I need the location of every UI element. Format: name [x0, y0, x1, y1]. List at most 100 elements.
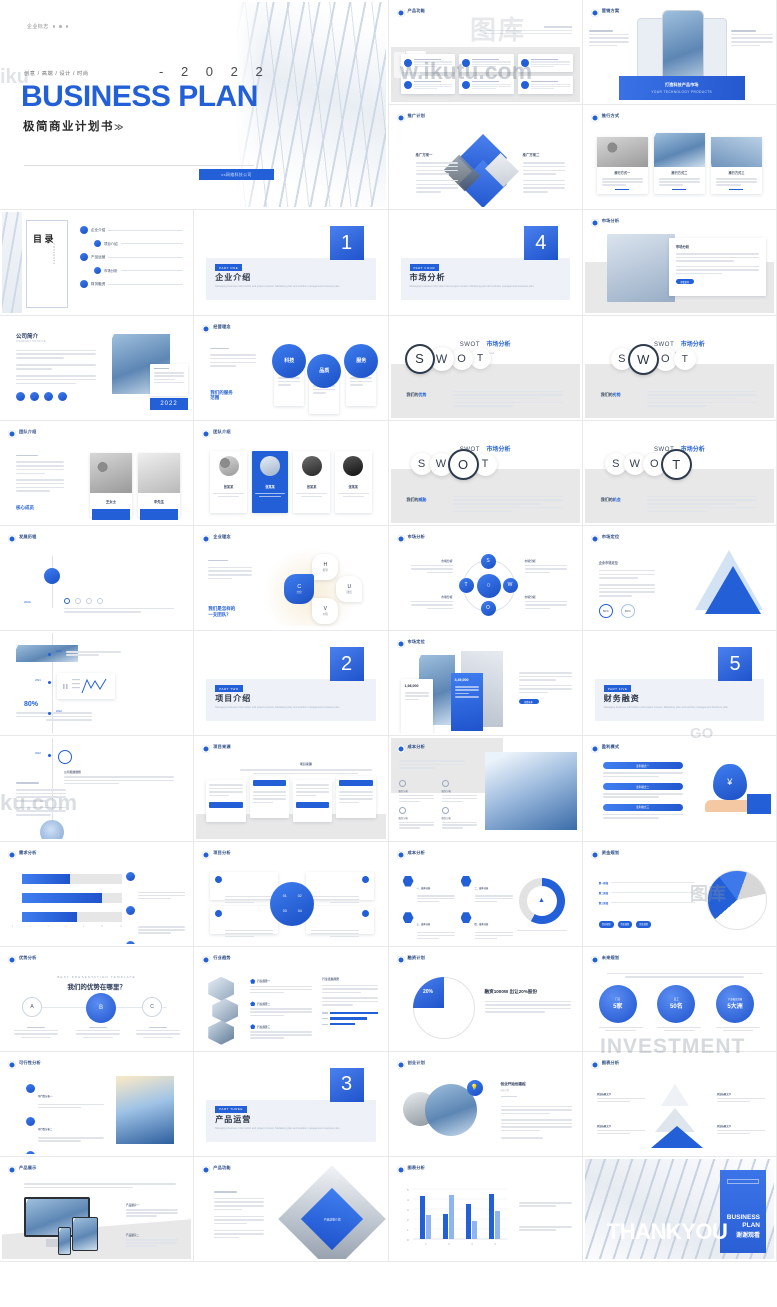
step-card[interactable]: [249, 776, 289, 819]
slide-thumb-product-feature-diamond[interactable]: 产品功能 产品功能介绍: [194, 1157, 389, 1263]
petal[interactable]: H 希望: [312, 553, 339, 580]
member-card[interactable]: 李先生: [138, 452, 180, 520]
slide-thumb-swot-s[interactable]: SWOT 市场分析 Market analysis S W O T 我们的优势: [388, 315, 583, 421]
swot-letter[interactable]: T: [673, 348, 696, 371]
photo-card[interactable]: 推行方式三: [710, 137, 762, 195]
quadrant-card[interactable]: [210, 905, 279, 937]
slide-thumb-part-four[interactable]: 4 PART FOUR 市场分析 Managing business infor…: [388, 210, 583, 316]
slide-thumb-part-two[interactable]: 2 PART TWO 项目介绍 Managing business inform…: [194, 631, 389, 737]
slide-thumb-title[interactable]: 企业标志 创意 / 高端 / 设计 / 时尚 - 2 0 2 2 BUSINES…: [0, 0, 389, 211]
slide-thumb-cost-photo[interactable]: 成本分析 服务分析 服务分析 服务分析 服务分析: [388, 736, 583, 842]
letter-circle-a[interactable]: A: [22, 996, 42, 1017]
slide-thumb-part-five[interactable]: 5 PART FIVE 财务融资 Managing business infor…: [582, 631, 777, 737]
letter-circle-c[interactable]: C: [142, 996, 162, 1017]
catalog-item[interactable]: 市场分析: [94, 267, 184, 275]
chip[interactable]: 资金规划: [598, 920, 614, 928]
slide-thumb-market-position-cards[interactable]: 市场定位 1,98,000 3,49,000 查看更多: [388, 631, 583, 737]
swot-letter[interactable]: O: [450, 347, 473, 370]
step-chip[interactable]: [252, 780, 286, 787]
member-card-active[interactable]: 张某某: [251, 450, 289, 513]
chip[interactable]: 盈利模式三: [602, 803, 683, 811]
slide-thumb-team-grid[interactable]: 团队介绍 张某某 张某某 张某某 张某某: [194, 420, 389, 526]
swot-letter[interactable]: T: [473, 452, 497, 476]
step-card[interactable]: [336, 776, 376, 819]
slide-thumb-service-scope[interactable]: 经营理念 我们的服务 范围 科技 品质 服务: [194, 315, 389, 421]
member-card[interactable]: 张某某: [293, 450, 330, 513]
more-button[interactable]: 查看更多: [518, 699, 539, 705]
slide-thumb-project-analysis[interactable]: 项目分析 01 02 03 04: [194, 841, 389, 947]
step-chip[interactable]: [339, 780, 373, 787]
member-card[interactable]: 张某某: [334, 450, 372, 513]
slide-thumb-requirement-analysis[interactable]: 需求分析 0 2 4 6 8 10 12: [0, 841, 195, 947]
feature-card[interactable]: [400, 76, 456, 95]
slide-thumb-profit-model[interactable]: 盈利模式 盈利模式一 盈利模式二 盈利模式三 ¥: [582, 736, 777, 842]
slide-thumb-product-display[interactable]: 产品展示 产品展示一 产品展示二: [0, 1157, 195, 1263]
chip[interactable]: 盈利模式一: [602, 762, 683, 770]
slide-thumb-market-position[interactable]: 市场定位 企业市场定位 80% 60%: [582, 525, 777, 632]
step-card[interactable]: [292, 780, 333, 823]
catalog-item[interactable]: 项目介绍: [94, 240, 184, 248]
petal-center[interactable]: C 文化: [284, 573, 315, 604]
slide-thumb-industry-trend[interactable]: 行业趋势 行业趋势一 行业趋势二 行业趋势三 行业发展趋势: [194, 946, 389, 1052]
quadrant-card[interactable]: [306, 905, 375, 937]
slide-thumb-startup-plan[interactable]: 创业计划 💡 创业开始创建起 创业计划: [388, 1051, 583, 1158]
swot-letter[interactable]: W: [429, 346, 454, 371]
slide-thumb-feasibility[interactable]: 可行性分析 可行性分析一 可行性分析二 可行性分析三: [0, 1051, 195, 1158]
petal[interactable]: V 价值: [312, 597, 339, 624]
slide-thumb-culture[interactable]: 企业理念 我们是怎样的 一支团队？ H 希望 U 团结 V 价值 C 文化: [194, 525, 389, 632]
swot-letter-active[interactable]: O: [449, 450, 477, 478]
petal[interactable]: U 团结: [336, 575, 363, 602]
slide-thumb-part-three[interactable]: 3 PART THREE 产品运营 Managing business info…: [194, 1051, 389, 1158]
photo-card[interactable]: 推行方式二: [653, 133, 705, 195]
slide-thumb-financing-plan[interactable]: 融资计划 20% 融资1000W 出让20%股份: [388, 946, 583, 1052]
feature-card[interactable]: [459, 76, 514, 95]
wheel-node-o[interactable]: O: [480, 600, 496, 616]
step-chip[interactable]: [209, 802, 243, 809]
chip[interactable]: 资金规划: [617, 920, 633, 928]
slide-thumb-swot-t[interactable]: SWOT 市场分析 Market analysis S W O T 我们的机会: [582, 420, 777, 526]
swot-letter-active[interactable]: T: [662, 450, 690, 478]
member-card[interactable]: 王女士: [90, 452, 132, 520]
letter-circle-b[interactable]: B: [86, 992, 116, 1023]
quadrant-card[interactable]: [210, 871, 279, 903]
slide-thumb-development-history[interactable]: 发展历程 2020: [0, 525, 195, 632]
chip[interactable]: 资金规划: [636, 920, 651, 928]
slide-thumb-promotion-method[interactable]: 推行方式 推行方式一 推行方式二 推行方式三: [582, 105, 777, 211]
wheel-node-s[interactable]: S: [480, 553, 496, 569]
slide-thumb-team-intro[interactable]: 团队介绍 核心成员 王女士 李先生: [0, 420, 195, 526]
slide-thumb-company-profile[interactable]: 公司简介 COMPANY PROFILE 2022: [0, 315, 195, 421]
slide-thumb-swot-w[interactable]: SWOT 市场分析 Market analysis S W O T 我们的劣势: [582, 315, 777, 421]
slide-thumb-marketing-plan[interactable]: 营销方案 打造科技产品市场 YOUR TECHNOLOGY PRODUCTS: [582, 0, 777, 106]
stat-card-active[interactable]: 3,49,000: [450, 673, 483, 732]
slide-thumb-project-growth[interactable]: 2022 公司发展规划: [0, 736, 195, 842]
slide-thumb-column-chart[interactable]: 图表分析 012 345 1 2 3 4: [388, 1157, 583, 1263]
swot-letter[interactable]: T: [469, 348, 491, 370]
slide-thumb-project-source[interactable]: 项目来源 项目来源: [194, 736, 389, 842]
stat-card[interactable]: 1,98,000: [400, 679, 433, 734]
slide-thumb-swot-wheel[interactable]: 市场分析 ○ S W O T 市场分析 市场分析 市场分析 市场分析: [388, 525, 583, 632]
slide-thumb-pyramid[interactable]: 图表分析 添加标题文字 添加标题文字 添加标题文字 添加标题文字: [582, 1051, 777, 1158]
slide-thumb-capital-plan[interactable]: 资金规划 第一阶段 第二阶段 第三阶段 资金规划 资金规划 资金规划: [582, 841, 777, 947]
catalog-item[interactable]: 产品运营: [80, 253, 184, 262]
slide-thumb-thank-you[interactable]: BUSINESS PLAN 谢谢观看 THANKYOU: [582, 1157, 777, 1263]
slide-thumb-future-plan[interactable]: 未来规划 门店 5家 员工 50名 产业覆盖范围 5大洲: [582, 946, 777, 1052]
feature-card[interactable]: [400, 54, 456, 73]
slide-thumb-swot-o[interactable]: SWOT 市场分析 Market analysis S W O T 我们的威胁: [388, 420, 583, 526]
slide-thumb-catalog[interactable]: 目 录 CONTENTS 企业介绍 项目介绍 产品运营 市场分析 财务融资: [0, 210, 195, 316]
wheel-node-w[interactable]: W: [502, 577, 518, 593]
wheel-node-t[interactable]: T: [458, 577, 474, 593]
feature-card[interactable]: [518, 76, 573, 95]
slide-thumb-promotion-plan[interactable]: 推广计划 推广方案一 推广方案二: [388, 105, 583, 211]
catalog-item[interactable]: 财务融资: [80, 280, 184, 289]
slide-thumb-market-analysis[interactable]: 市场分析 市场分析 查看更多: [582, 210, 777, 316]
more-button[interactable]: 查看更多: [675, 279, 694, 285]
quadrant-card[interactable]: [306, 871, 375, 903]
slide-thumb-growth-chart[interactable]: 2020 2021 80% 2022: [0, 631, 195, 737]
step-card[interactable]: [206, 780, 246, 823]
slide-thumb-advantage[interactable]: 优势分析 BEST PRESENTATION TEMPLATE 我们的优势在哪里…: [0, 946, 195, 1052]
member-card[interactable]: 张某某: [210, 450, 247, 513]
swot-letter-active[interactable]: W: [629, 345, 657, 373]
chip[interactable]: 盈利模式二: [602, 783, 683, 791]
step-chip[interactable]: [295, 802, 330, 809]
photo-card[interactable]: 推行方式一: [596, 137, 648, 195]
